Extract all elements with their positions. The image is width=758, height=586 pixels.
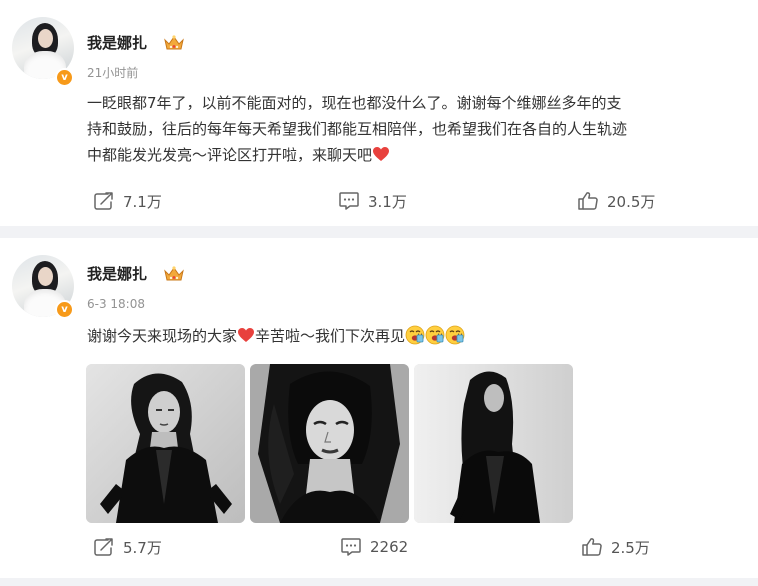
like-button[interactable]: 2.5万 <box>581 532 650 562</box>
post-card: v 我是娜扎 6-3 18:08 谢谢今天来现场的大家 辛苦啦～我们下次再见 5… <box>0 238 758 578</box>
action-bar: 7.1万 3.1万 20.5万 <box>0 186 758 216</box>
post-image[interactable] <box>414 364 573 523</box>
comment-icon <box>339 192 359 210</box>
username[interactable]: 我是娜扎 <box>87 32 147 54</box>
post-text: 谢谢今天来现场的大家 辛苦啦～我们下次再见 <box>87 323 737 349</box>
verified-badge-icon: v <box>55 68 74 87</box>
post-card: v 我是娜扎 21小时前 一眨眼都7年了，以前不能面对的，现在也都没什么了。谢谢… <box>0 0 758 226</box>
crown-icon <box>164 35 184 50</box>
username[interactable]: 我是娜扎 <box>87 263 147 285</box>
post-text-segment: 辛苦啦～我们下次再见 <box>255 327 406 345</box>
comment-count: 3.1万 <box>368 192 407 211</box>
post-text: 一眨眼都7年了，以前不能面对的，现在也都没什么了。谢谢每个维娜丝多年的支 持和鼓… <box>87 90 737 168</box>
cheer-emoji-icon <box>405 325 425 345</box>
like-count: 20.5万 <box>607 192 656 211</box>
action-bar: 5.7万 2262 2.5万 <box>0 532 758 562</box>
like-count: 2.5万 <box>611 538 650 557</box>
repost-icon <box>94 192 113 210</box>
post-image[interactable] <box>86 364 245 523</box>
post-text-segment: 谢谢今天来现场的大家 <box>87 327 238 345</box>
like-button[interactable]: 20.5万 <box>577 186 655 216</box>
repost-icon <box>94 538 113 556</box>
timestamp[interactable]: 6-3 18:08 <box>87 295 145 313</box>
post-text-line: 中都能发光发亮～评论区打开啦，来聊天吧 <box>87 142 737 168</box>
repost-button[interactable]: 5.7万 <box>93 532 162 562</box>
cheer-emoji-icon <box>425 325 445 345</box>
comment-button[interactable]: 3.1万 <box>338 186 407 216</box>
post-text-line: 一眨眼都7年了，以前不能面对的，现在也都没什么了。谢谢每个维娜丝多年的支 <box>87 94 622 112</box>
like-icon <box>578 192 598 210</box>
crown-icon <box>164 266 184 281</box>
comment-icon <box>341 538 361 556</box>
heart-emoji-icon <box>238 328 255 342</box>
repost-count: 5.7万 <box>123 538 162 557</box>
repost-button[interactable]: 7.1万 <box>93 186 162 216</box>
like-icon <box>582 538 602 556</box>
verified-badge-icon: v <box>55 300 74 319</box>
cheer-emoji-icon <box>445 325 465 345</box>
timestamp[interactable]: 21小时前 <box>87 64 138 82</box>
post-text-line: 持和鼓励，往后的每年每天希望我们都能互相陪伴，也希望我们在各自的人生轨迹 <box>87 120 628 138</box>
comment-button[interactable]: 2262 <box>340 532 408 562</box>
post-image[interactable] <box>250 364 409 523</box>
comment-count: 2262 <box>370 538 409 556</box>
heart-emoji-icon <box>373 147 390 161</box>
repost-count: 7.1万 <box>123 192 162 211</box>
